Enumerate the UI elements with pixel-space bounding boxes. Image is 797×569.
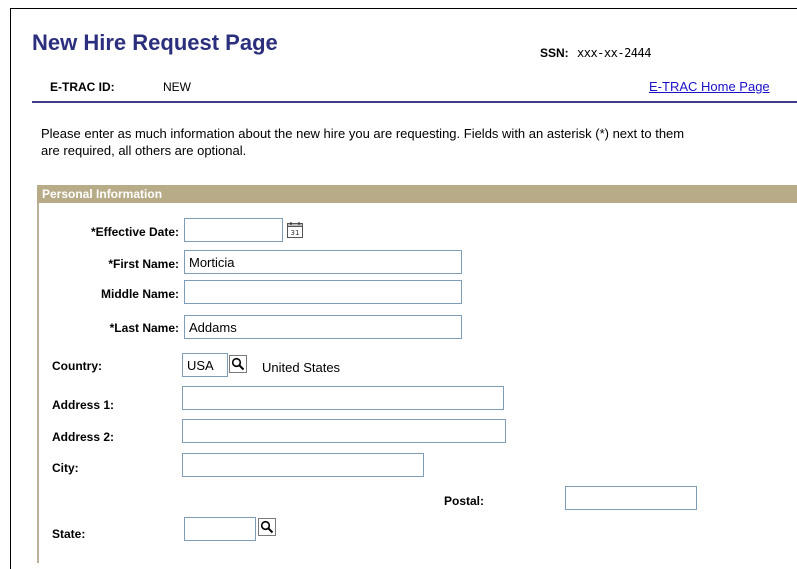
country-lookup-icon[interactable] <box>229 355 247 373</box>
middle-name-label: Middle Name: <box>100 287 179 301</box>
address1-input[interactable] <box>182 386 504 410</box>
state-input[interactable] <box>184 517 256 541</box>
middle-name-input[interactable] <box>184 280 462 304</box>
ssn-value: xxx-xx-2444 <box>577 46 651 60</box>
first-name-label: *First Name: <box>108 257 179 271</box>
postal-label: Postal: <box>444 494 485 508</box>
first-name-input[interactable] <box>184 250 462 274</box>
intro-text: Please enter as much information about t… <box>41 126 685 158</box>
etrac-home-link[interactable]: E-TRAC Home Page <box>649 79 770 94</box>
section-left-border <box>37 203 39 563</box>
last-name-label: *Last Name: <box>109 321 179 335</box>
last-name-input[interactable] <box>184 315 462 339</box>
country-input[interactable] <box>182 353 228 377</box>
city-label: City: <box>52 461 79 475</box>
ssn-label: SSN: <box>540 46 569 60</box>
address2-input[interactable] <box>182 419 506 443</box>
postal-input[interactable] <box>565 486 697 510</box>
country-description: United States <box>262 360 341 375</box>
etrac-id-label: E-TRAC ID: <box>50 80 115 94</box>
country-label: Country: <box>52 359 102 373</box>
effective-date-input[interactable] <box>184 218 283 242</box>
svg-text:31: 31 <box>291 229 300 237</box>
page-title: New Hire Request Page <box>32 30 278 55</box>
state-lookup-icon[interactable] <box>258 518 276 536</box>
address2-label: Address 2: <box>52 430 115 444</box>
header-divider <box>32 101 797 103</box>
address1-label: Address 1: <box>52 398 115 412</box>
calendar-icon[interactable]: 31 <box>286 221 304 239</box>
city-input[interactable] <box>182 453 424 477</box>
etrac-id-value: NEW <box>163 80 191 94</box>
section-header-personal-information: Personal Information <box>37 185 797 203</box>
state-label: State: <box>52 527 86 541</box>
effective-date-label: *Effective Date: <box>90 225 179 239</box>
